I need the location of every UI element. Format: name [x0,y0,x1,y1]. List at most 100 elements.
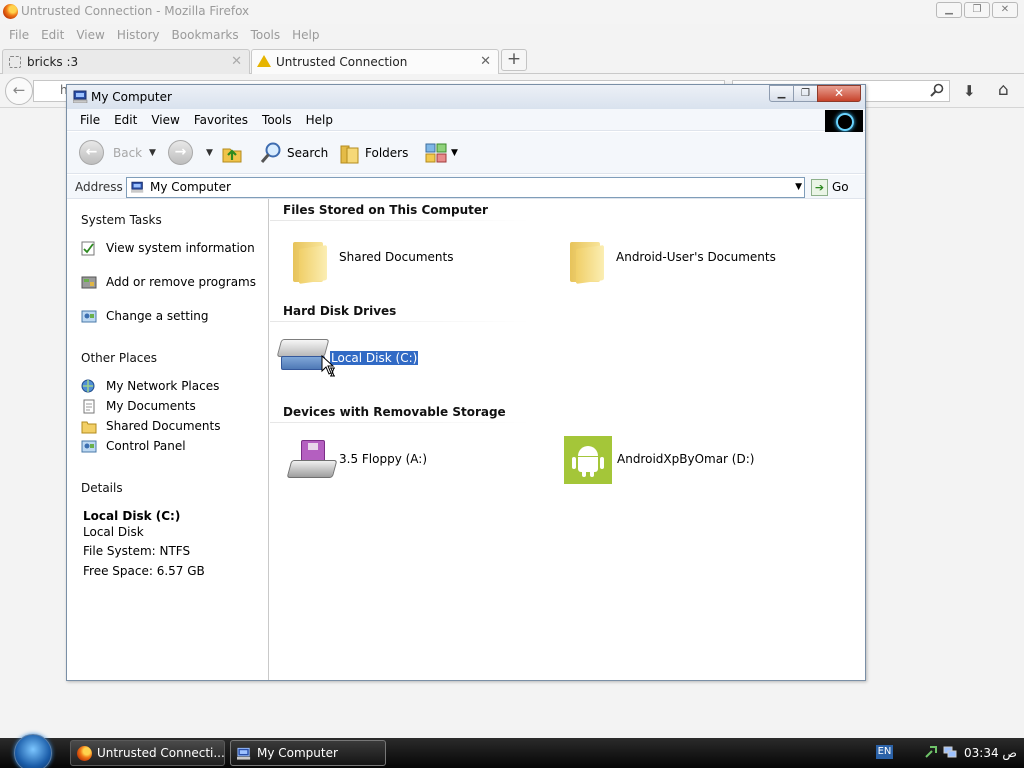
firefox-window-controls: ▁ ❐ ✕ [936,2,1018,18]
download-arrow-icon[interactable]: ⬇ [963,82,976,100]
explorer-title-bar[interactable]: My Computer ▁ ❐ ✕ [67,85,865,109]
shared-documents-folder[interactable]: Shared Documents [283,234,533,284]
up-folder-button[interactable] [221,140,247,166]
system-tasks-heading: System Tasks [81,213,162,227]
floppy-a-drive[interactable]: 3.5 Floppy (A:) [281,436,531,486]
tile-label: Android-User's Documents [616,250,776,264]
menu-view[interactable]: View [144,109,186,130]
restore-icon[interactable]: ❐ [964,2,990,18]
language-indicator[interactable]: EN [876,745,893,759]
link-label: Shared Documents [106,419,221,433]
link-label: My Documents [106,399,196,413]
clock[interactable]: 03:34 ص [964,738,1017,768]
add-remove-programs-link[interactable]: Add or remove programs [81,274,261,290]
chevron-down-icon[interactable]: ▼ [206,140,213,166]
minimize-icon[interactable]: ▁ [936,2,962,18]
minimize-icon[interactable]: ▁ [769,85,794,102]
link-label: Control Panel [106,439,186,453]
firefox-title-bar: Untrusted Connection - Mozilla Firefox ▁… [0,0,1024,24]
firefox-menu-tools[interactable]: Tools [245,24,287,46]
close-icon[interactable]: ✕ [992,2,1018,18]
firefox-menu-bar: File Edit View History Bookmarks Tools H… [0,24,1024,46]
home-icon[interactable]: ⌂ [998,80,1009,100]
my-computer-icon [73,90,88,103]
control-panel-icon [81,310,97,323]
android-robot-icon [564,436,614,486]
close-icon[interactable]: ✕ [480,50,491,74]
taskbar-button-my-computer[interactable]: My Computer [230,740,386,766]
taskbar-button-label: Untrusted Connecti... [97,746,225,760]
shared-documents-link[interactable]: Shared Documents [81,418,261,434]
search-icon [260,142,281,163]
folders-button[interactable]: Folders [339,140,408,166]
close-icon[interactable]: ✕ [231,50,242,74]
android-d-drive[interactable]: AndroidXpByOmar (D:) [564,436,834,486]
network-places-icon [81,379,95,393]
group-heading-removable-storage: Devices with Removable Storage [283,405,506,419]
start-button[interactable] [14,734,52,768]
link-label: View system information [106,241,255,255]
close-icon[interactable]: ✕ [817,85,861,102]
checklist-icon [81,241,95,256]
new-tab-button[interactable]: + [501,49,527,71]
chevron-down-icon[interactable]: ▼ [149,140,156,166]
menu-favorites[interactable]: Favorites [187,109,255,130]
link-label: Change a setting [106,309,209,323]
change-a-setting-link[interactable]: Change a setting [81,308,261,324]
firefox-menu-file[interactable]: File [3,24,35,46]
taskbar-button-label: My Computer [257,746,338,760]
folder-icon [560,234,610,284]
folders-label: Folders [365,146,409,160]
forward-arrow-icon: → [168,140,193,165]
android-user-documents-folder[interactable]: Android-User's Documents [560,234,840,284]
task-pane: System Tasks View system information Add… [67,199,269,680]
taskbar-button-firefox[interactable]: Untrusted Connecti... [70,740,225,766]
other-places-heading: Other Places [81,351,158,365]
menu-help[interactable]: Help [299,109,340,130]
tab-untrusted-connection[interactable]: Untrusted Connection ✕ [251,49,499,74]
back-arrow-icon[interactable]: ← [5,77,33,105]
maximize-icon[interactable]: ❐ [793,85,818,102]
my-network-places-link[interactable]: My Network Places [81,378,261,394]
search-button[interactable]: Search [260,140,328,166]
documents-icon [83,399,95,414]
firefox-menu-history[interactable]: History [111,24,166,46]
firefox-menu-help[interactable]: Help [286,24,325,46]
address-input[interactable]: My Computer ▼ [126,177,805,198]
view-system-information-link[interactable]: View system information [81,240,261,256]
go-arrow-icon: ➔ [811,179,828,196]
file-view: Files Stored on This Computer Shared Doc… [270,199,865,680]
views-button[interactable]: ▼ [424,140,460,166]
firefox-logo-icon [77,746,92,761]
local-disk-c-drive[interactable]: Local Disk (C:) [276,335,526,385]
busy-cursor-icon [321,355,335,377]
forward-button[interactable]: → [168,140,194,166]
group-divider [270,422,530,423]
tile-label: AndroidXpByOmar (D:) [617,452,755,466]
search-icon[interactable] [930,83,944,97]
firefox-window-title: Untrusted Connection - Mozilla Firefox [21,4,250,18]
menu-file[interactable]: File [73,109,107,130]
tab-bricks[interactable]: bricks :3 ✕ [2,49,250,74]
up-folder-icon [222,148,242,163]
firefox-menu-edit[interactable]: Edit [35,24,70,46]
chevron-down-icon[interactable]: ▼ [795,178,802,197]
menu-edit[interactable]: Edit [107,109,144,130]
control-panel-link[interactable]: Control Panel [81,438,261,454]
group-heading-hard-disk-drives: Hard Disk Drives [283,304,397,318]
my-documents-link[interactable]: My Documents [81,398,261,414]
hard-disk-icon [276,335,330,385]
menu-tools[interactable]: Tools [255,109,299,130]
firefox-menu-view[interactable]: View [70,24,110,46]
floppy-drive-icon [281,436,338,486]
safely-remove-hardware-icon[interactable] [924,745,938,759]
firefox-menu-bookmarks[interactable]: Bookmarks [166,24,245,46]
network-status-icon[interactable] [943,745,957,759]
warning-icon [257,55,271,67]
tile-label: 3.5 Floppy (A:) [339,452,428,466]
folder-icon [283,234,333,284]
go-button[interactable]: ➔ Go [811,178,849,197]
taskbar: Untrusted Connecti... My Computer EN 03:… [0,734,1024,768]
link-label: Add or remove programs [106,275,256,289]
tile-label: Shared Documents [339,250,454,264]
